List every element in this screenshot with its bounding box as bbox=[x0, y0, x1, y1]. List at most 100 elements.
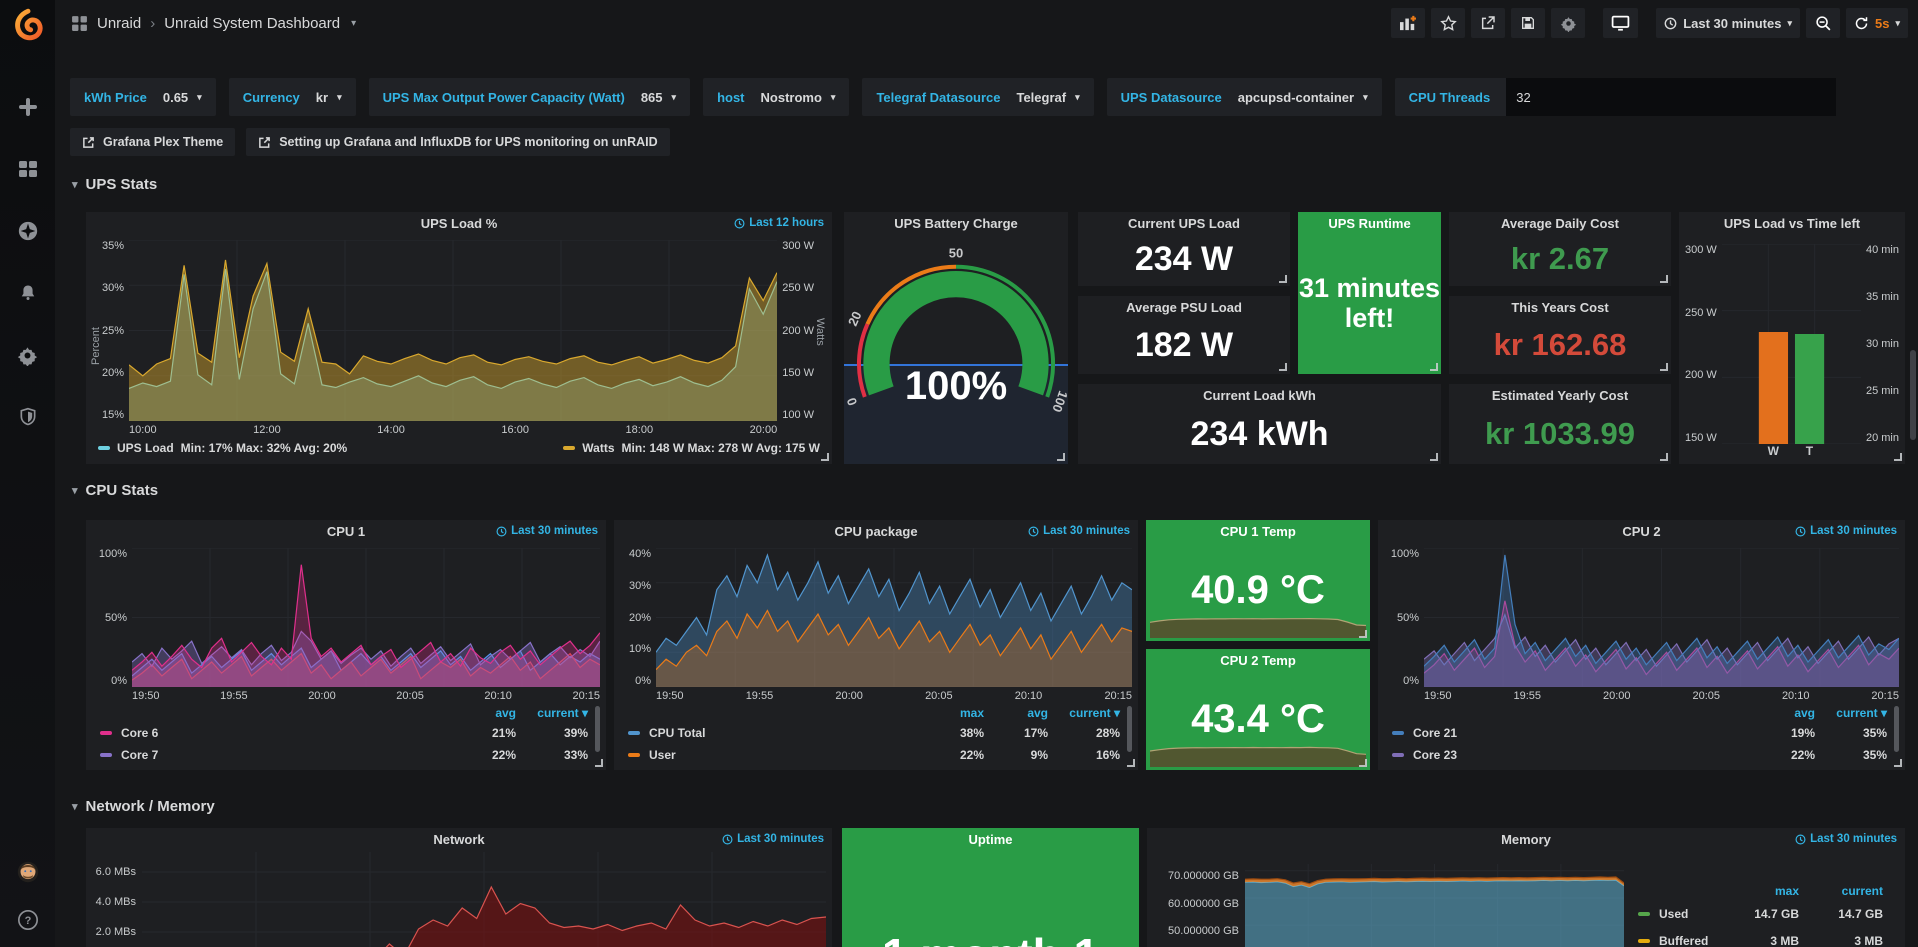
ups-load-graph[interactable] bbox=[129, 240, 777, 421]
legend-series[interactable]: Buffered bbox=[1638, 934, 1723, 947]
y-axis-title-right: Watts bbox=[814, 240, 826, 438]
star-dashboard-button[interactable] bbox=[1431, 8, 1465, 38]
legend-series[interactable]: User bbox=[628, 748, 912, 762]
legend-table: max current Used 14.7 GB 14.7 GB Buffere… bbox=[1624, 852, 1899, 947]
legend-header-max[interactable]: max bbox=[912, 706, 984, 720]
page-scrollbar[interactable] bbox=[1910, 350, 1916, 440]
panel-title[interactable]: CPU 1 Temp bbox=[1146, 520, 1370, 544]
link-grafana-plex-theme[interactable]: Grafana Plex Theme bbox=[70, 128, 235, 156]
x-axis: 10:0012:0014:0016:0018:0020:00 bbox=[129, 421, 777, 438]
panel-title[interactable]: Memory bbox=[1147, 828, 1905, 852]
legend-scrollbar[interactable] bbox=[595, 706, 600, 752]
legend-header-current[interactable]: current ▾ bbox=[1048, 706, 1120, 720]
refresh-interval-caret-icon[interactable]: ▾ bbox=[1895, 18, 1900, 29]
cpu1-graph[interactable] bbox=[132, 548, 600, 687]
network-graph[interactable] bbox=[142, 852, 826, 947]
variable-host[interactable]: host Nostromo ▾ bbox=[703, 78, 849, 116]
legend-current-value: 35% bbox=[1815, 748, 1887, 762]
legend-header-avg[interactable]: avg bbox=[984, 706, 1048, 720]
legend-header-current[interactable]: current ▾ bbox=[516, 706, 588, 720]
legend-header-avg[interactable]: avg bbox=[452, 706, 516, 720]
variable-ups-datasource[interactable]: UPS Datasource apcupsd-container ▾ bbox=[1107, 78, 1382, 116]
server-admin-shield-icon[interactable] bbox=[17, 406, 39, 428]
legend-header-current[interactable]: current ▾ bbox=[1815, 706, 1887, 720]
panel-title[interactable]: Current Load kWh bbox=[1078, 384, 1441, 408]
apps-grid-icon[interactable] bbox=[71, 15, 88, 32]
legend-header-current[interactable]: current bbox=[1799, 884, 1883, 898]
alerting-bell-icon[interactable] bbox=[17, 282, 39, 304]
panel-title[interactable]: Uptime bbox=[842, 828, 1139, 852]
legend-header-max[interactable]: max bbox=[1723, 884, 1799, 898]
legend-scrollbar[interactable] bbox=[1894, 706, 1899, 752]
cpu2-graph[interactable] bbox=[1424, 548, 1899, 687]
x-axis: 19:5019:5520:0020:0520:1020:15 bbox=[656, 687, 1132, 704]
panel-title[interactable]: UPS Load vs Time left bbox=[1679, 212, 1905, 236]
legend-series[interactable]: Used bbox=[1638, 907, 1723, 921]
time-override-label: Last 30 minutes bbox=[1810, 525, 1897, 537]
row-header-ups-stats[interactable]: ▾ UPS Stats bbox=[72, 176, 157, 193]
legend-scrollbar[interactable] bbox=[1127, 706, 1132, 752]
grafana-logo[interactable] bbox=[0, 0, 55, 50]
x-axis: 19:5019:5520:0020:0520:1020:15 bbox=[132, 687, 600, 704]
create-plus-icon[interactable] bbox=[17, 96, 39, 118]
legend-entry-watts[interactable]: Watts Min: 148 W Max: 278 W Avg: 175 W bbox=[563, 441, 820, 455]
time-range-picker[interactable]: Last 30 minutes ▾ bbox=[1656, 8, 1800, 38]
variable-currency[interactable]: Currency kr ▾ bbox=[229, 78, 356, 116]
legend-table: avg current ▾ Core 6 21% 39% Core 7 22% … bbox=[86, 704, 606, 770]
panel-title[interactable]: Average PSU Load bbox=[1078, 296, 1290, 320]
panel-time-override[interactable]: Last 30 minutes bbox=[722, 833, 824, 845]
variable-kwh-price[interactable]: kWh Price 0.65 ▾ bbox=[70, 78, 216, 116]
panel-title[interactable]: UPS Runtime bbox=[1298, 212, 1441, 236]
help-icon[interactable]: ? bbox=[17, 909, 39, 931]
ups-bar-chart[interactable] bbox=[1722, 244, 1861, 444]
panel-time-override[interactable]: Last 12 hours bbox=[734, 217, 824, 229]
panel-title[interactable]: Network bbox=[86, 828, 832, 852]
refresh-button[interactable]: 5s ▾ bbox=[1846, 8, 1908, 38]
variable-telegraf-datasource[interactable]: Telegraf Datasource Telegraf ▾ bbox=[862, 78, 1093, 116]
breadcrumb-folder[interactable]: Unraid bbox=[97, 15, 141, 32]
panel-ups-battery-charge: UPS Battery Charge 02050100 100% bbox=[844, 212, 1068, 464]
panel-time-override[interactable]: Last 30 minutes bbox=[1795, 833, 1897, 845]
panel-title[interactable]: CPU 2 Temp bbox=[1146, 649, 1370, 673]
panel-title[interactable]: UPS Battery Charge bbox=[844, 212, 1068, 236]
configuration-gear-icon[interactable] bbox=[17, 344, 39, 366]
add-panel-button[interactable] bbox=[1391, 8, 1425, 38]
dashboard-picker-caret-icon[interactable]: ▾ bbox=[351, 18, 356, 29]
panel-title[interactable]: Average Daily Cost bbox=[1449, 212, 1671, 236]
explore-compass-icon[interactable] bbox=[17, 220, 39, 242]
panel-time-override[interactable]: Last 30 minutes bbox=[496, 525, 598, 537]
user-avatar[interactable] bbox=[17, 861, 39, 883]
panel-time-override[interactable]: Last 30 minutes bbox=[1795, 525, 1897, 537]
legend-series[interactable]: Core 7 bbox=[100, 748, 452, 762]
variable-ups-max-output[interactable]: UPS Max Output Power Capacity (Watt) 865… bbox=[369, 78, 690, 116]
dashboards-icon[interactable] bbox=[17, 158, 39, 180]
memory-graph[interactable] bbox=[1245, 864, 1624, 947]
legend-series[interactable]: Core 6 bbox=[100, 726, 452, 740]
cycle-view-mode-button[interactable] bbox=[1603, 8, 1638, 38]
panel-title[interactable]: This Years Cost bbox=[1449, 296, 1671, 320]
share-dashboard-button[interactable] bbox=[1471, 8, 1505, 38]
page-title[interactable]: Unraid System Dashboard bbox=[164, 15, 340, 32]
panel-title[interactable]: UPS Load % bbox=[86, 212, 832, 236]
link-ups-monitoring-guide[interactable]: Setting up Grafana and InfluxDB for UPS … bbox=[246, 128, 669, 156]
legend-header-avg[interactable]: avg bbox=[1751, 706, 1815, 720]
legend-entry-ups-load[interactable]: UPS Load Min: 17% Max: 32% Avg: 20% bbox=[98, 441, 347, 455]
dashboard-settings-button[interactable] bbox=[1551, 8, 1585, 38]
legend-series[interactable]: CPU Total bbox=[628, 726, 912, 740]
refresh-interval-label[interactable]: 5s bbox=[1875, 16, 1889, 31]
zoom-out-time-button[interactable] bbox=[1806, 8, 1840, 38]
panel-title[interactable]: Estimated Yearly Cost bbox=[1449, 384, 1671, 408]
row-header-cpu-stats[interactable]: ▾ CPU Stats bbox=[72, 482, 158, 499]
panel-average-daily-cost: Average Daily Cost kr 2.67 bbox=[1449, 212, 1671, 286]
panel-title[interactable]: Current UPS Load bbox=[1078, 212, 1290, 236]
panel-this-years-cost: This Years Cost kr 162.68 bbox=[1449, 296, 1671, 374]
chevron-down-icon: ▾ bbox=[337, 92, 342, 103]
cpu-threads-input[interactable] bbox=[1506, 78, 1836, 116]
legend-series[interactable]: Core 23 bbox=[1392, 748, 1751, 762]
panel-time-override[interactable]: Last 30 minutes bbox=[1028, 525, 1130, 537]
stat-value: 182 W bbox=[1078, 320, 1290, 374]
save-dashboard-button[interactable] bbox=[1511, 8, 1545, 38]
row-header-network-memory[interactable]: ▾ Network / Memory bbox=[72, 798, 215, 815]
legend-series[interactable]: Core 21 bbox=[1392, 726, 1751, 740]
cpu-package-graph[interactable] bbox=[656, 548, 1132, 687]
